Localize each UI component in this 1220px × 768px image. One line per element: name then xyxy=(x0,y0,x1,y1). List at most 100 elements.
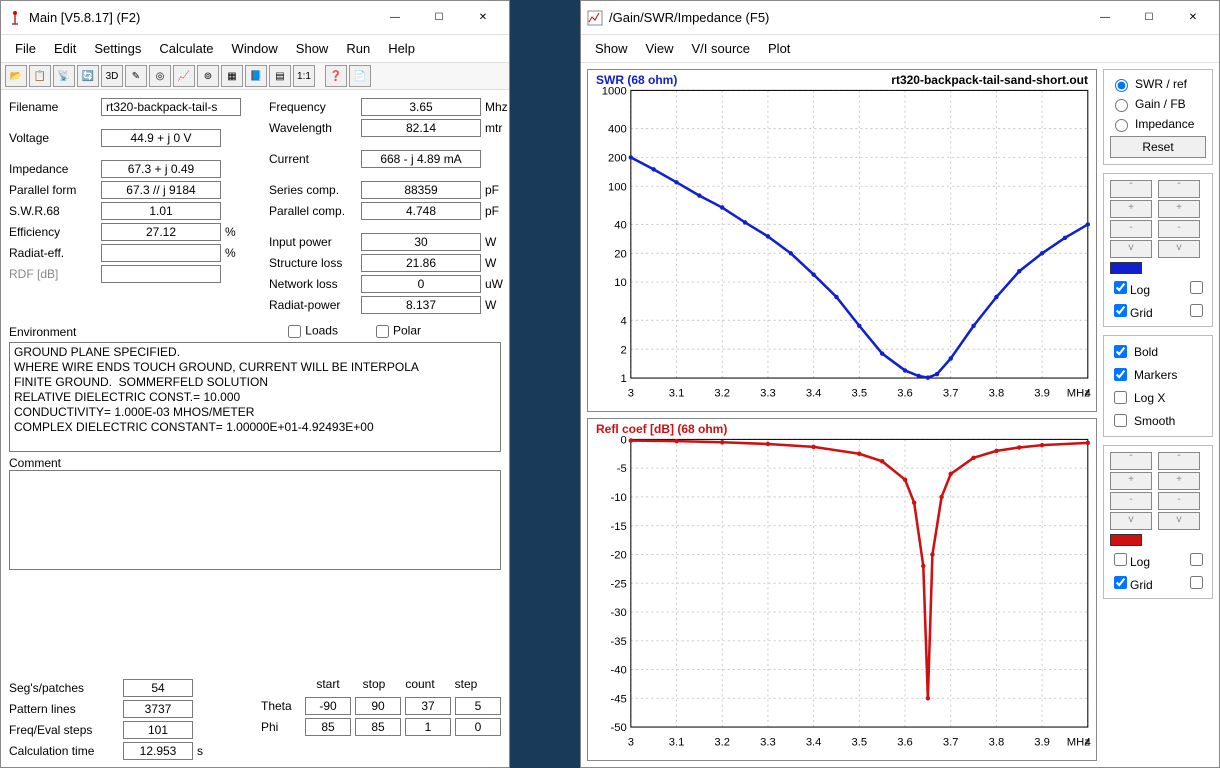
right-value-4[interactable] xyxy=(361,202,481,220)
mesh-toolbar-button[interactable]: ▦ xyxy=(221,65,243,87)
menu-edit[interactable]: Edit xyxy=(46,37,84,60)
menu-show[interactable]: Show xyxy=(587,37,636,60)
left-value-1[interactable] xyxy=(101,160,221,178)
spin2-btn-0-1[interactable]: + xyxy=(1110,472,1152,490)
menu-file[interactable]: File xyxy=(7,37,44,60)
right-value-2[interactable] xyxy=(361,150,481,168)
menu-view[interactable]: View xyxy=(638,37,682,60)
log-check-2[interactable]: Log xyxy=(1110,550,1150,569)
right-value-1[interactable] xyxy=(361,119,481,137)
left-value-4[interactable] xyxy=(101,223,221,241)
refresh-toolbar-button[interactable]: 🔄 xyxy=(77,65,99,87)
bottom-left-value-1[interactable]: 3737 xyxy=(123,700,193,718)
bold-check[interactable]: Bold xyxy=(1110,342,1206,361)
reset-button[interactable]: Reset xyxy=(1110,136,1206,158)
left-value-0[interactable] xyxy=(101,129,221,147)
copy-toolbar-button[interactable]: 📋 xyxy=(29,65,51,87)
minimize-button[interactable]: — xyxy=(1083,3,1127,33)
graph-titlebar[interactable]: /Gain/SWR/Impedance (F5) — ☐ ✕ xyxy=(581,1,1219,35)
left-value-5[interactable] xyxy=(101,244,221,262)
close-button[interactable]: ✕ xyxy=(461,3,505,33)
circle-toolbar-button[interactable]: ◎ xyxy=(149,65,171,87)
log-check-1b[interactable] xyxy=(1186,278,1206,297)
spin2-btn-1-2[interactable]: - xyxy=(1158,492,1200,510)
log-check-1[interactable]: Log xyxy=(1110,278,1150,297)
maximize-button[interactable]: ☐ xyxy=(417,3,461,33)
bottom-right-1-3[interactable]: 0 xyxy=(455,718,501,736)
left-value-2[interactable] xyxy=(101,181,221,199)
right-value-8[interactable] xyxy=(361,296,481,314)
bottom-left-value-0[interactable]: 54 xyxy=(123,679,193,697)
close-button[interactable]: ✕ xyxy=(1171,3,1215,33)
spin1-btn-0-3[interactable]: v xyxy=(1110,240,1152,258)
refl-plot[interactable]: Refl coef [dB] (68 ohm) 33.13.23.33.43.5… xyxy=(587,418,1097,761)
right-value-6[interactable] xyxy=(361,254,481,272)
grid-check-2[interactable]: Grid xyxy=(1110,573,1153,592)
right-value-3[interactable] xyxy=(361,181,481,199)
spin1-btn-1-0[interactable]: ˆ xyxy=(1158,180,1200,198)
spin2-btn-0-0[interactable]: ˆ xyxy=(1110,452,1152,470)
bottom-right-0-2[interactable]: 37 xyxy=(405,697,451,715)
spin2-btn-1-0[interactable]: ˆ xyxy=(1158,452,1200,470)
bottom-left-value-3[interactable]: 12.953 xyxy=(123,742,193,760)
bottom-right-1-1[interactable]: 85 xyxy=(355,718,401,736)
mode-gain[interactable]: Gain / FB xyxy=(1110,96,1206,112)
ratio-toolbar-button[interactable]: 1:1 xyxy=(293,65,315,87)
grid-toolbar-button[interactable]: ▤ xyxy=(269,65,291,87)
maximize-button[interactable]: ☐ xyxy=(1127,3,1171,33)
spin2-btn-0-3[interactable]: v xyxy=(1110,512,1152,530)
filename-field[interactable] xyxy=(101,98,241,116)
spin2-btn-0-2[interactable]: - xyxy=(1110,492,1152,510)
3d-toolbar-button[interactable]: 3D xyxy=(101,65,123,87)
bottom-left-value-2[interactable]: 101 xyxy=(123,721,193,739)
menu-settings[interactable]: Settings xyxy=(86,37,149,60)
log-check-2b[interactable] xyxy=(1186,550,1206,569)
bottom-right-0-0[interactable]: -90 xyxy=(305,697,351,715)
spin1-btn-0-1[interactable]: + xyxy=(1110,200,1152,218)
help-toolbar-button[interactable]: ❓ xyxy=(325,65,347,87)
menu-run[interactable]: Run xyxy=(338,37,378,60)
spin2-btn-1-3[interactable]: v xyxy=(1158,512,1200,530)
logx-check[interactable]: Log X xyxy=(1110,388,1206,407)
swr-plot[interactable]: SWR (68 ohm) rt320-backpack-tail-sand-sh… xyxy=(587,69,1097,412)
spin1-btn-1-2[interactable]: - xyxy=(1158,220,1200,238)
bottom-right-0-3[interactable]: 5 xyxy=(455,697,501,715)
grid-check-1[interactable]: Grid xyxy=(1110,301,1153,320)
left-value-6[interactable] xyxy=(101,265,221,283)
mode-imp[interactable]: Impedance xyxy=(1110,116,1206,132)
polar-checkbox[interactable]: Polar xyxy=(372,322,421,341)
spin1-btn-0-2[interactable]: - xyxy=(1110,220,1152,238)
spin1-btn-1-1[interactable]: + xyxy=(1158,200,1200,218)
menu-window[interactable]: Window xyxy=(224,37,286,60)
menu-help[interactable]: Help xyxy=(380,37,423,60)
grid-check-2b[interactable] xyxy=(1186,573,1206,592)
mode-swr[interactable]: SWR / ref xyxy=(1110,76,1206,92)
environment-text[interactable]: GROUND PLANE SPECIFIED. WHERE WIRE ENDS … xyxy=(9,342,501,452)
target-toolbar-button[interactable]: ⊚ xyxy=(197,65,219,87)
spin1-btn-0-0[interactable]: ˆ xyxy=(1110,180,1152,198)
right-value-7[interactable] xyxy=(361,275,481,293)
chart-toolbar-button[interactable]: 📈 xyxy=(173,65,195,87)
bottom-right-1-0[interactable]: 85 xyxy=(305,718,351,736)
sheet-toolbar-button[interactable]: 📄 xyxy=(349,65,371,87)
comment-text[interactable] xyxy=(9,470,501,570)
grid-check-1b[interactable] xyxy=(1186,301,1206,320)
bottom-right-0-1[interactable]: 90 xyxy=(355,697,401,715)
book-toolbar-button[interactable]: 📘 xyxy=(245,65,267,87)
menu-plot[interactable]: Plot xyxy=(760,37,798,60)
loads-checkbox[interactable]: Loads xyxy=(284,322,338,341)
left-value-3[interactable] xyxy=(101,202,221,220)
main-titlebar[interactable]: Main [V5.8.17] (F2) — ☐ ✕ xyxy=(1,1,509,35)
antenna-toolbar-button[interactable]: 📡 xyxy=(53,65,75,87)
menu-visource[interactable]: V/I source xyxy=(683,37,758,60)
markers-check[interactable]: Markers xyxy=(1110,365,1206,384)
smooth-check[interactable]: Smooth xyxy=(1110,411,1206,430)
right-value-0[interactable] xyxy=(361,98,481,116)
spin2-btn-1-1[interactable]: + xyxy=(1158,472,1200,490)
menu-show[interactable]: Show xyxy=(288,37,337,60)
menu-calculate[interactable]: Calculate xyxy=(151,37,221,60)
edit-toolbar-button[interactable]: ✎ xyxy=(125,65,147,87)
minimize-button[interactable]: — xyxy=(373,3,417,33)
open-toolbar-button[interactable]: 📂 xyxy=(5,65,27,87)
right-value-5[interactable] xyxy=(361,233,481,251)
